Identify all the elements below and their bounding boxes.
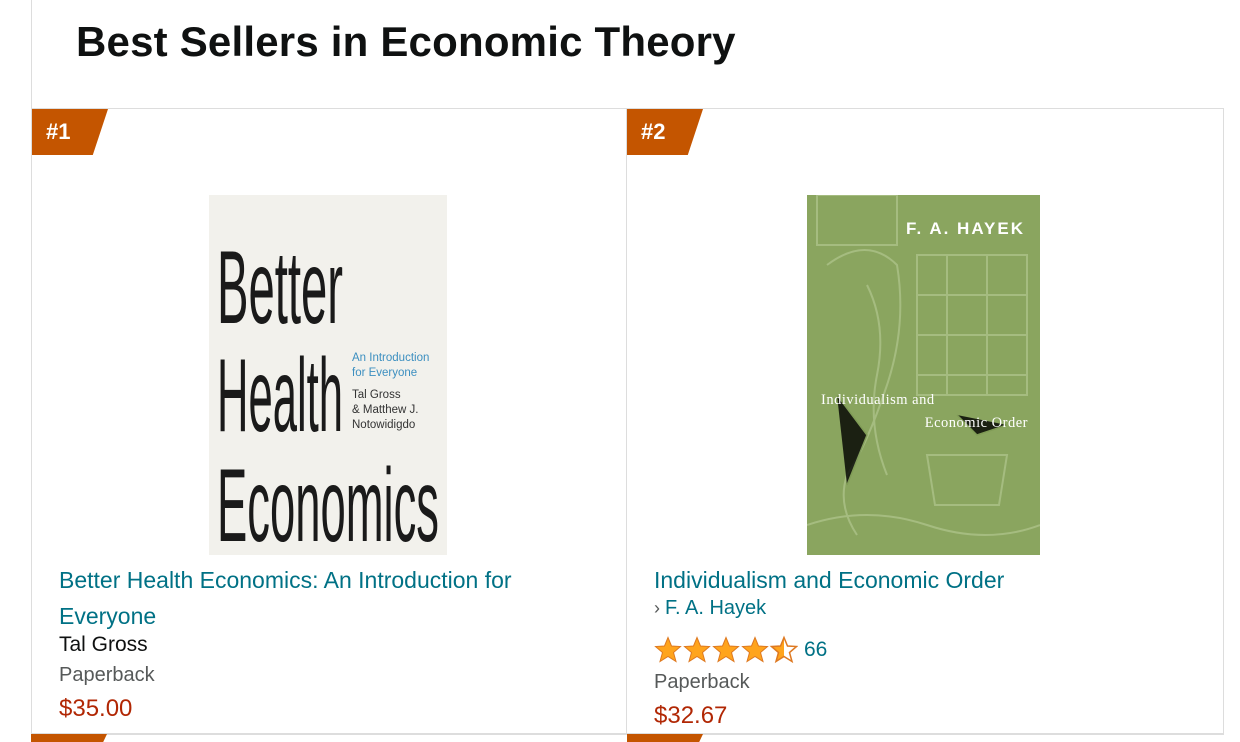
star-rating[interactable]: 66 — [654, 635, 827, 665]
cover-author-1: Tal Gross — [352, 389, 401, 401]
cover-title-1: Individualism and — [821, 392, 935, 408]
cover-subtitle-2: for Everyone — [352, 367, 417, 379]
price: $35.00 — [59, 695, 133, 722]
star-full-icon — [655, 637, 681, 662]
cover-line-3: Economics — [217, 448, 439, 555]
rank-badge: #2 — [627, 109, 703, 155]
bestseller-grid: #1 Better Health Economics An Introducti… — [31, 108, 1224, 742]
author-link[interactable]: › F. A. Hayek — [654, 597, 766, 620]
next-rank-badge — [627, 734, 703, 742]
cover-line-1: Better — [217, 230, 343, 346]
cover-title-2: Economic Order — [925, 415, 1028, 431]
cover-line-2: Health — [217, 338, 343, 454]
cover-art-better-health-economics: Better Health Economics An Introduction … — [209, 195, 447, 555]
stars-icon — [655, 636, 798, 663]
next-rank-badge — [31, 734, 107, 742]
rating-count[interactable]: 66 — [804, 638, 827, 662]
rank-badge: #1 — [32, 109, 108, 155]
star-full-icon — [684, 637, 710, 662]
cover-art-individualism: F. A. HAYEK Individualism and Economic O… — [807, 195, 1040, 555]
star-half-icon — [770, 636, 798, 663]
cover-author-3: Notowidigdo — [352, 419, 415, 431]
book-cover-image[interactable]: Better Health Economics An Introduction … — [209, 195, 447, 555]
product-card: #2 F. A. HAYEK Individualism and Economi… — [626, 108, 1224, 734]
author-name: Tal Gross — [59, 633, 148, 656]
star-full-icon — [742, 637, 768, 662]
format-label: Paperback — [59, 664, 155, 686]
author-name: F. A. Hayek — [665, 597, 767, 619]
star-full-icon — [713, 637, 739, 662]
cover-author: F. A. HAYEK — [906, 219, 1025, 238]
product-card: #1 Better Health Economics An Introducti… — [31, 108, 627, 734]
format-label: Paperback — [654, 671, 750, 693]
book-cover-image[interactable]: F. A. HAYEK Individualism and Economic O… — [807, 195, 1040, 555]
price: $32.67 — [654, 702, 728, 729]
cover-author-2: & Matthew J. — [352, 404, 418, 416]
product-title-link[interactable]: Individualism and Economic Order — [654, 562, 1194, 598]
cover-subtitle-1: An Introduction — [352, 352, 429, 364]
page-title: Best Sellers in Economic Theory — [76, 18, 736, 65]
product-title-link[interactable]: Better Health Economics: An Introduction… — [59, 562, 599, 634]
chevron-right-icon: › — [654, 598, 660, 618]
